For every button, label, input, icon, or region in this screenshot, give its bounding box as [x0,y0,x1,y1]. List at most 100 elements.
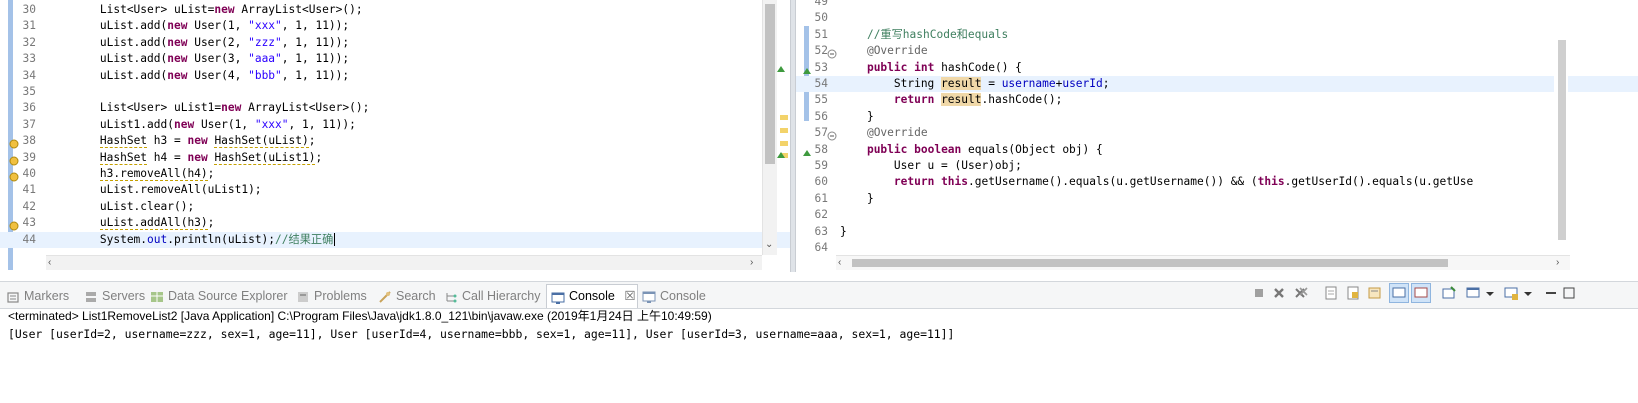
tab-markers[interactable]: Markers [6,286,69,306]
line-number: 59 [814,159,828,172]
line-number: 50 [814,11,828,25]
code-line[interactable]: 36 List<User> uList1=new ArrayList<User>… [0,100,790,116]
remove-launch-icon[interactable] [1271,285,1287,301]
tab-search[interactable]: Search [378,286,436,306]
tab-problems[interactable]: Problems [296,286,367,306]
pin-console-icon[interactable] [1441,285,1457,301]
code-line[interactable]: 31 uList.add(new User(1, "xxx", 1, 11)); [0,18,790,34]
scroll-right-arrow[interactable]: › [750,258,753,268]
code-line[interactable]: 63} [796,224,1638,240]
line-number: 60 [814,175,828,189]
warning-icon[interactable] [9,218,19,231]
warning-mark[interactable] [780,128,788,133]
maximize-icon[interactable] [1561,285,1577,301]
left-vertical-scrollbar[interactable]: ⌄ [762,0,777,255]
warning-mark[interactable] [780,115,788,120]
code-line[interactable]: 52 @Override [796,43,1638,59]
code-line[interactable]: 30 List<User> uList=new ArrayList<User>(… [0,2,790,18]
code-line[interactable]: 54 String result = username+userId; [796,76,1638,93]
scroll-left-arrow[interactable]: ‹ [48,258,51,268]
code-line[interactable]: 41 uList.removeAll(uList1); [0,182,790,198]
right-vertical-scrollbar[interactable] [1554,0,1568,255]
override-arrow-icon[interactable] [802,63,812,74]
code-line[interactable]: 57 @Override [796,125,1638,141]
line-number: 44 [22,232,36,246]
console-launch-header: <terminated> List1RemoveList2 [Java Appl… [8,309,712,323]
code-line[interactable]: 55 return result.hashCode(); [796,92,1638,108]
warning-icon[interactable] [9,169,19,182]
console-output[interactable]: [User [userId=2, username=zzz, sex=1, ag… [8,327,954,341]
tab-console-active[interactable]: Console ☒ [546,284,638,308]
code-line[interactable]: 50 [796,10,1638,26]
right-horizontal-scrollbar[interactable]: ‹ › [836,255,1570,270]
chevron-down-icon[interactable] [1523,285,1533,301]
code-line[interactable]: 32 uList.add(new User(2, "zzz", 1, 11)); [0,35,790,51]
code-line[interactable]: 37 uList1.add(new User(1, "xxx", 1, 11))… [0,117,790,133]
code-line[interactable]: 62 [796,207,1638,223]
left-horizontal-scrollbar[interactable]: ‹ › [46,255,762,270]
fold-collapse-icon[interactable] [827,128,837,141]
tab-label: Markers [24,289,70,303]
code-line[interactable]: 35 [0,84,790,100]
code-text: } [840,191,874,205]
code-line[interactable]: 59 User u = (User)obj; [796,158,1638,174]
code-text: //重写hashCode和equals [866,27,1009,41]
code-line[interactable]: 34 uList.add(new User(4, "bbb", 1, 11)); [0,68,790,84]
open-console-icon[interactable] [1503,285,1519,301]
code-text: uList1.add(new User(1, "xxx", 1, 11)); [46,117,356,131]
code-line[interactable]: 61 } [796,191,1638,207]
minimize-icon[interactable] [1543,285,1559,301]
code-text: @Override [866,44,928,58]
code-text: uList.addAll(h3); [99,216,215,231]
code-line[interactable]: 64 [796,240,1638,256]
code-line[interactable]: 51 //重写hashCode和equals [796,27,1638,43]
scroll-left-arrow[interactable]: ‹ [838,258,841,268]
terminate-icon[interactable] [1251,285,1267,301]
word-wrap-icon[interactable] [1367,285,1383,301]
fold-collapse-icon[interactable] [827,46,837,59]
scroll-lock-icon[interactable] [1345,285,1361,301]
show-console-stderr-icon[interactable] [1411,283,1431,303]
clear-console-icon[interactable] [1323,285,1339,301]
code-line[interactable]: 42 uList.clear(); [0,199,790,215]
chevron-down-icon[interactable] [1485,285,1495,301]
code-line[interactable]: 60 return this.getUsername().equals(u.ge… [796,174,1638,190]
warning-icon[interactable] [9,136,19,149]
tab-label: Search [396,289,436,303]
override-arrow-icon[interactable] [802,145,812,156]
code-text: return result.hashCode(); [893,93,1063,107]
code-line[interactable]: 49 [796,0,1638,10]
code-text: String result = username+userId; [840,77,1110,90]
call-hierarchy-icon [444,290,458,304]
tab-data-source-explorer[interactable]: Data Source Explorer [150,286,288,306]
left-editor[interactable]: 30 List<User> uList=new ArrayList<User>(… [0,0,790,270]
show-console-stdout-icon[interactable] [1389,283,1409,303]
tab-servers[interactable]: Servers [84,286,145,306]
scroll-right-arrow[interactable]: › [1556,258,1559,268]
tab-call-hierarchy[interactable]: Call Hierarchy [444,286,541,306]
override-marker[interactable] [776,146,786,158]
markers-icon [6,290,20,304]
override-marker[interactable] [776,60,786,72]
code-line[interactable]: 38 HashSet h3 = new HashSet(uList); [0,133,790,149]
code-line[interactable]: 53 public int hashCode() { [796,60,1638,76]
display-console-icon[interactable] [1465,285,1481,301]
close-icon[interactable]: ☒ [624,289,635,303]
text-cursor [334,233,336,247]
scroll-down-arrow[interactable]: ⌄ [765,240,773,250]
right-editor[interactable]: 49 50 51 //重写hashCode和equals 52 @Override 53… [796,0,1638,270]
code-text: public boolean equals(Object obj) { [866,142,1103,156]
code-line[interactable]: 33 uList.add(new User(3, "aaa", 1, 11)); [0,51,790,67]
code-line[interactable]: 40 h3.removeAll(h4); [0,166,790,182]
code-line[interactable]: 39 HashSet h4 = new HashSet(uList1); [0,150,790,166]
line-number: 54 [814,77,828,90]
tab-console[interactable]: Console [642,286,706,306]
code-line[interactable]: 58 public boolean equals(Object obj) { [796,142,1638,158]
code-text: HashSet h4 = new HashSet(uList1); [99,150,323,165]
code-line[interactable]: 43 uList.addAll(h3); [0,215,790,231]
warning-icon[interactable] [9,153,19,166]
console-icon [551,290,565,304]
code-line[interactable]: 56 } [796,109,1638,125]
code-line[interactable]: 44 System.out.println(uList);//结果正确 [0,231,790,248]
remove-all-terminated-icon[interactable] [1293,285,1309,301]
